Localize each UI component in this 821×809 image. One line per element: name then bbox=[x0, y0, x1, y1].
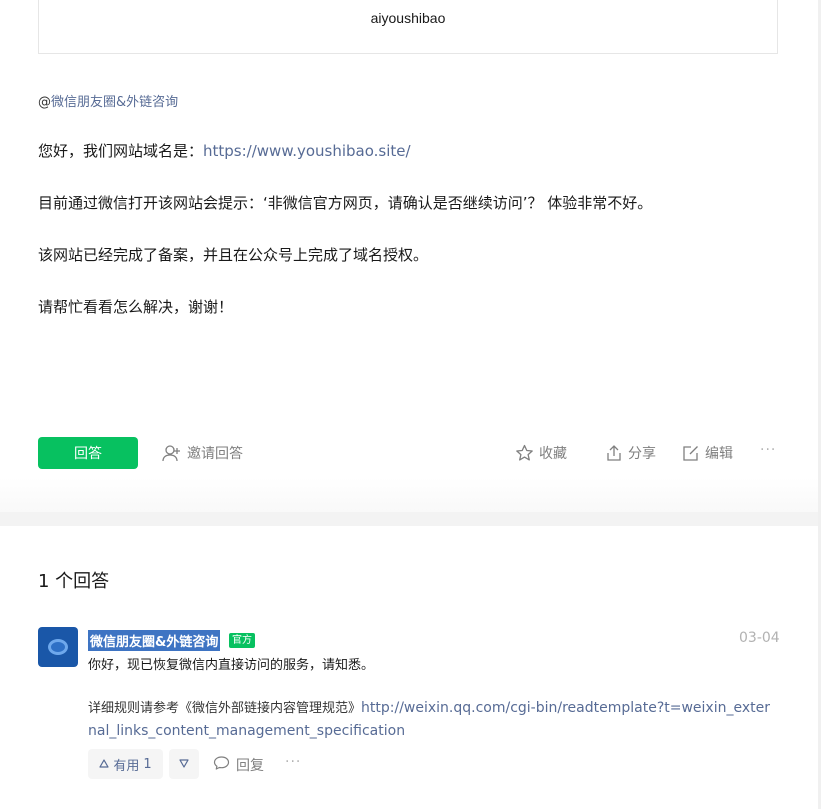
answer-rules-text: 详细规则请参考《微信外部链接内容管理规范》http://weixin.qq.co… bbox=[88, 697, 778, 742]
reply-button[interactable]: 回复 bbox=[213, 755, 264, 775]
question-paragraph-3: 该网站已经完成了备案，并且在公众号上完成了域名授权。 bbox=[38, 246, 429, 264]
thumb-up-icon bbox=[99, 757, 109, 772]
website-link[interactable]: https://www.youshibao.site/ bbox=[203, 142, 411, 160]
avatar-icon bbox=[48, 639, 68, 655]
useful-count: 1 bbox=[143, 756, 152, 772]
question-more-button[interactable]: ··· bbox=[760, 442, 776, 458]
answer-more-button[interactable]: ··· bbox=[285, 754, 301, 770]
useful-label: 有用 bbox=[113, 758, 140, 774]
edit-label: 编辑 bbox=[705, 446, 733, 462]
invite-answer-button[interactable]: 邀请回答 bbox=[162, 443, 243, 463]
favorite-button[interactable]: 收藏 bbox=[515, 443, 567, 463]
invite-answer-label: 邀请回答 bbox=[187, 446, 243, 462]
share-label: 分享 bbox=[628, 446, 656, 462]
question-paragraph-1: 您好，我们网站域名是：https://www.youshibao.site/ bbox=[38, 141, 411, 161]
useful-button[interactable]: 有用 1 bbox=[88, 749, 163, 779]
edit-icon bbox=[682, 444, 700, 462]
mention-at: @ bbox=[38, 95, 51, 110]
question-footer-fade bbox=[0, 478, 821, 512]
star-icon bbox=[515, 444, 534, 462]
answer-rules-prefix: 详细规则请参考《微信外部链接内容管理规范》 bbox=[88, 701, 362, 716]
answer-button[interactable]: 回答 bbox=[38, 437, 138, 469]
question-paragraph-4: 请帮忙看看怎么解决，谢谢！ bbox=[38, 298, 234, 316]
favorite-label: 收藏 bbox=[539, 446, 567, 462]
mention-line: @微信朋友圈&外链咨询 bbox=[38, 91, 178, 110]
question-paragraph-2: 目前通过微信打开该网站会提示：‘非微信官方网页，请确认是否继续访问’？ 体验非常… bbox=[38, 194, 653, 212]
add-user-icon bbox=[162, 444, 182, 462]
reply-label: 回复 bbox=[236, 758, 264, 774]
answer-text-line-1: 你好，现已恢复微信内直接访问的服务，请知悉。 bbox=[88, 658, 375, 673]
question-paragraph-1-text: 您好，我们网站域名是： bbox=[38, 142, 204, 160]
question-user-name: aiyoushibao bbox=[370, 10, 446, 26]
answer-author-avatar[interactable] bbox=[38, 627, 78, 667]
answer-date: 03-04 bbox=[739, 630, 780, 646]
answers-count-heading: 1 个回答 bbox=[38, 571, 110, 592]
comment-icon bbox=[213, 755, 230, 775]
section-divider bbox=[0, 512, 821, 526]
edit-button[interactable]: 编辑 bbox=[682, 443, 733, 463]
thumb-down-icon bbox=[179, 758, 189, 771]
answer-author-name[interactable]: 微信朋友圈&外链咨询 bbox=[88, 630, 221, 651]
not-useful-button[interactable] bbox=[169, 749, 199, 779]
share-button[interactable]: 分享 bbox=[605, 443, 656, 463]
official-badge: 官方 bbox=[229, 633, 255, 648]
share-icon bbox=[605, 444, 623, 462]
question-user-box: aiyoushibao bbox=[38, 0, 778, 54]
mention-target-link[interactable]: 微信朋友圈&外链咨询 bbox=[51, 95, 178, 110]
